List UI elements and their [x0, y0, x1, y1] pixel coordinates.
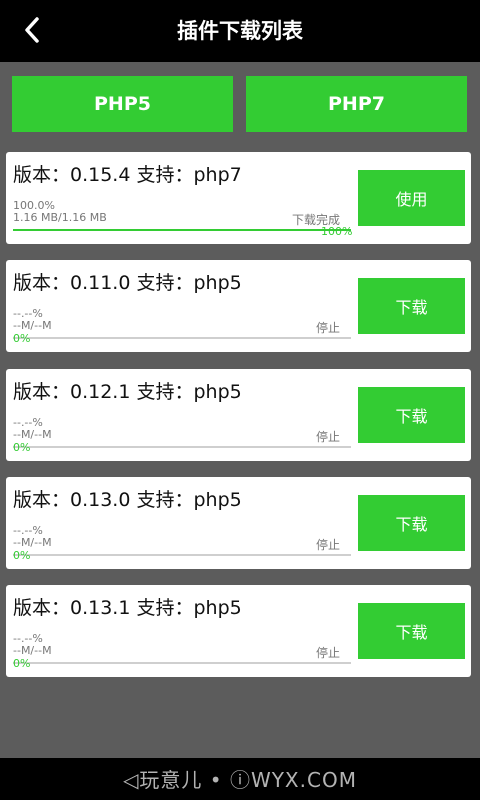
use-button[interactable]: 使用	[358, 170, 465, 226]
download-size: --M/--M	[13, 428, 52, 441]
download-size: --M/--M	[13, 536, 52, 549]
progress-label: 0%	[13, 549, 31, 562]
download-status: 停止	[315, 646, 340, 660]
download-size: --M/--M	[13, 644, 52, 657]
progress-fill	[13, 229, 351, 231]
download-button[interactable]: 下载	[358, 278, 465, 334]
progress-label: 0%	[13, 332, 31, 345]
download-status: 停止	[315, 538, 340, 552]
plugin-version-label: 版本：0.12.1 支持：php5	[13, 381, 242, 403]
download-size: 1.16 MB/1.16 MB	[13, 211, 107, 224]
title-bar: 插件下载列表	[0, 0, 480, 62]
plugin-item: 版本：0.15.4 支持：php7 100.0% 1.16 MB/1.16 MB…	[6, 152, 471, 244]
progress-bar	[13, 554, 351, 556]
progress-bar	[13, 337, 351, 339]
plugin-item: 版本：0.11.0 支持：php5 --.--% --M/--M 停止 0% 下…	[6, 260, 471, 352]
progress-label: 0%	[13, 657, 31, 670]
plugin-version-label: 版本：0.13.0 支持：php5	[13, 489, 242, 511]
progress-label: 0%	[13, 441, 31, 454]
download-status: 停止	[315, 321, 340, 335]
plugin-version-label: 版本：0.11.0 支持：php5	[13, 272, 242, 294]
plugin-item: 版本：0.12.1 支持：php5 --.--% --M/--M 停止 0% 下…	[6, 369, 471, 461]
progress-label: 100%	[321, 225, 353, 238]
plugin-item: 版本：0.13.1 支持：php5 --.--% --M/--M 停止 0% 下…	[6, 585, 471, 677]
version-tabs: PHP5 PHP7	[0, 62, 480, 146]
plugin-version-label: 版本：0.15.4 支持：php7	[13, 164, 242, 186]
download-size: --M/--M	[13, 319, 52, 332]
progress-bar	[13, 446, 351, 448]
download-button[interactable]: 下载	[358, 387, 465, 443]
plugin-version-label: 版本：0.13.1 支持：php5	[13, 597, 242, 619]
download-status: 停止	[315, 430, 340, 444]
progress-bar	[13, 229, 351, 231]
tab-php5[interactable]: PHP5	[12, 76, 233, 132]
download-button[interactable]: 下载	[358, 603, 465, 659]
download-button[interactable]: 下载	[358, 495, 465, 551]
plugin-item: 版本：0.13.0 支持：php5 --.--% --M/--M 停止 0% 下…	[6, 477, 471, 569]
watermark: ◁玩意儿 • ⓘWYX.COM	[123, 767, 357, 792]
page-title: 插件下载列表	[177, 19, 303, 43]
progress-bar	[13, 662, 351, 664]
tab-php7[interactable]: PHP7	[246, 76, 467, 132]
